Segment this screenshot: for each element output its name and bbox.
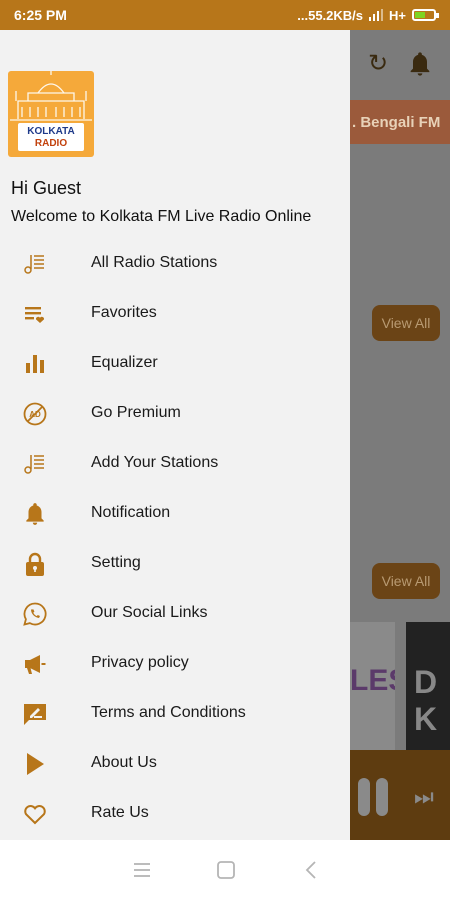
logo-badge: KOLKATA RADIO — [18, 123, 84, 151]
no-ads-icon: AD — [22, 401, 48, 427]
menu-item-label: About Us — [91, 754, 157, 771]
menu-nav-icon[interactable] — [132, 860, 152, 880]
status-time: 6:25 PM — [14, 7, 67, 23]
skip-next-icon: ⏭ — [414, 784, 434, 809]
home-nav-icon[interactable] — [216, 860, 236, 880]
refresh-icon: ↻ — [368, 50, 389, 77]
navigation-drawer: KOLKATA RADIO Hi Guest Welcome to Kolkat… — [0, 30, 350, 840]
menu-item-favorites[interactable]: Favorites — [0, 289, 350, 339]
equalizer-icon — [22, 351, 48, 377]
playlist-heart-icon — [22, 301, 48, 327]
system-navigation-bar — [0, 840, 450, 900]
menu-item-label: Add Your Stations — [91, 454, 219, 471]
edit-icon — [22, 701, 48, 727]
menu-item-notification[interactable]: Notification — [0, 489, 350, 539]
menu-item-label: All Radio Stations — [91, 254, 218, 271]
svg-text:AD: AD — [29, 410, 41, 419]
whatsapp-icon — [22, 601, 48, 627]
play-icon — [22, 751, 48, 777]
menu-item-label: Our Social Links — [91, 604, 208, 621]
menu-item-label: Go Premium — [91, 404, 181, 421]
menu-item-our-social-links[interactable]: Our Social Links — [0, 589, 350, 639]
menu-item-label: Equalizer — [91, 354, 158, 371]
menu-item-privacy-policy[interactable]: Privacy policy — [0, 639, 350, 689]
signal-icon — [369, 9, 384, 21]
menu-item-label: Terms and Conditions — [91, 704, 246, 721]
category-chip: . Bengali FM — [350, 100, 450, 144]
palace-illustration — [10, 71, 92, 121]
menu-item-label: Notification — [91, 504, 171, 521]
menu-item-go-premium[interactable]: AD Go Premium — [0, 389, 350, 439]
logo-text-radio: RADIO — [34, 138, 68, 149]
menu-item-label: Rate Us — [91, 804, 149, 821]
menu-item-about-us[interactable]: About Us — [0, 739, 350, 789]
pause-icon — [358, 778, 396, 816]
menu-item-terms-and-conditions[interactable]: Terms and Conditions — [0, 689, 350, 739]
megaphone-icon — [22, 651, 48, 677]
menu-item-label: Favorites — [91, 304, 157, 321]
lock-icon — [22, 551, 48, 577]
station-card: LES — [350, 622, 395, 750]
music-list-icon — [22, 251, 48, 277]
station-card: D K — [406, 622, 450, 750]
menu-item-all-radio-stations[interactable]: All Radio Stations — [0, 239, 350, 289]
background-toolbar: ↻ — [350, 30, 450, 100]
welcome-text: Welcome to Kolkata FM Live Radio Online — [11, 208, 312, 225]
heart-icon — [22, 801, 48, 827]
network-type: H+ — [389, 7, 406, 23]
bell-icon — [22, 501, 48, 527]
background-app-scrim[interactable]: ↻ . Bengali FM View All View All LES D K… — [350, 30, 450, 840]
logo-text-kolkata: KOLKATA — [27, 126, 75, 137]
view-all-button: View All — [372, 563, 440, 599]
menu-item-label: Privacy policy — [91, 654, 189, 671]
drawer-menu: All Radio Stations Favorites Equalizer A… — [0, 239, 350, 839]
menu-item-label: Setting — [91, 554, 141, 571]
menu-item-add-your-stations[interactable]: Add Your Stations — [0, 439, 350, 489]
back-nav-icon[interactable] — [302, 860, 322, 880]
status-bar: 6:25 PM ...55.2KB/s H+ — [0, 0, 450, 30]
menu-item-setting[interactable]: Setting — [0, 539, 350, 589]
app-logo: KOLKATA RADIO — [8, 71, 94, 157]
bell-icon — [410, 52, 430, 76]
view-all-button: View All — [372, 305, 440, 341]
menu-item-rate-us[interactable]: Rate Us — [0, 789, 350, 839]
network-speed: ...55.2KB/s — [297, 7, 364, 23]
mini-player: ⏭ — [350, 750, 450, 840]
battery-icon — [412, 9, 439, 21]
music-list-icon — [22, 451, 48, 477]
status-indicators: ...55.2KB/s H+ — [297, 7, 439, 23]
menu-item-equalizer[interactable]: Equalizer — [0, 339, 350, 389]
greeting-text: Hi Guest — [11, 178, 82, 198]
